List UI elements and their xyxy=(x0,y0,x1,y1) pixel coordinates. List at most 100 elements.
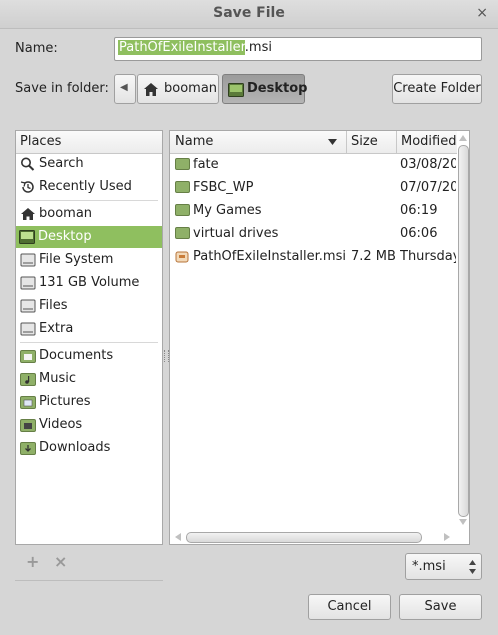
desktop-icon xyxy=(19,230,35,244)
create-folder-button[interactable]: Create Folder xyxy=(392,74,482,104)
close-icon[interactable]: × xyxy=(476,5,488,21)
scroll-left-icon[interactable] xyxy=(175,533,181,541)
add-bookmark-icon[interactable]: + xyxy=(26,552,39,571)
sidebar-separator xyxy=(20,342,158,343)
crumb-booman-label: booman xyxy=(164,81,218,96)
filename-input[interactable]: PathOfExileInstaller.msi xyxy=(114,37,482,61)
drive-icon xyxy=(20,299,36,313)
file-row[interactable]: virtual drives 06:06 xyxy=(171,223,455,245)
downloads-folder-icon xyxy=(20,442,36,455)
file-type-filter-select[interactable]: *.msi xyxy=(405,553,482,580)
places-header-label: Places xyxy=(20,134,62,149)
sidebar-item-label: File System xyxy=(39,252,114,267)
sidebar-item-label: Search xyxy=(39,156,84,171)
sidebar-separator xyxy=(20,200,158,201)
remove-bookmark-icon[interactable]: × xyxy=(54,552,67,571)
sidebar-item-131gb-volume[interactable]: 131 GB Volume xyxy=(17,272,161,294)
sidebar-item-videos[interactable]: Videos xyxy=(17,414,161,436)
music-folder-icon xyxy=(20,373,36,386)
places-header: Places xyxy=(16,131,162,154)
cancel-button[interactable]: Cancel xyxy=(308,594,391,620)
crumb-desktop-label: Desktop xyxy=(247,81,308,96)
sidebar-item-pictures[interactable]: Pictures xyxy=(17,391,161,413)
sidebar-item-label: Downloads xyxy=(39,440,111,455)
folder-icon xyxy=(175,227,190,239)
file-name: fate xyxy=(193,157,219,172)
file-list: Name Size Modified fate 03/08/20 FSBC_WP… xyxy=(169,130,470,545)
home-icon xyxy=(144,83,158,96)
sidebar-item-search[interactable]: Search xyxy=(17,153,161,175)
vertical-scrollbar[interactable] xyxy=(457,133,469,529)
name-label: Name: xyxy=(15,41,58,56)
save-label: Save xyxy=(424,599,457,614)
path-back-button[interactable]: ◀ xyxy=(114,74,136,104)
documents-folder-icon xyxy=(20,350,36,363)
column-header-size[interactable]: Size xyxy=(347,131,397,153)
combo-arrows-icon xyxy=(469,560,476,574)
file-modified: Thursday xyxy=(400,249,456,264)
cancel-label: Cancel xyxy=(327,599,372,614)
drive-icon xyxy=(20,253,36,267)
sidebar-item-label: Pictures xyxy=(39,394,91,409)
sidebar-item-label: Desktop xyxy=(38,229,92,244)
sidebar-item-downloads[interactable]: Downloads xyxy=(17,437,161,459)
file-row[interactable]: fate 03/08/20 xyxy=(171,154,456,176)
sidebar-item-label: Documents xyxy=(39,348,114,363)
column-name-label: Name xyxy=(175,134,214,149)
sidebar-item-label: 131 GB Volume xyxy=(39,275,140,290)
sidebar-item-label: booman xyxy=(39,206,93,221)
scroll-up-icon[interactable] xyxy=(459,135,467,141)
folder-icon xyxy=(175,204,190,216)
column-header-modified[interactable]: Modified xyxy=(397,131,457,153)
filename-extension-text: .msi xyxy=(244,40,272,55)
sidebar-item-label: Videos xyxy=(39,417,83,432)
file-name: PathOfExileInstaller.msi xyxy=(193,249,346,264)
file-modified: 06:19 xyxy=(400,203,438,218)
file-type-filter-value: *.msi xyxy=(412,559,446,574)
sidebar-item-label: Extra xyxy=(39,321,74,336)
dialog-title: Save File xyxy=(213,5,285,21)
crumb-booman-button[interactable]: booman xyxy=(137,74,219,104)
vertical-scroll-thumb[interactable] xyxy=(458,145,469,517)
filename-selected-text: PathOfExileInstaller xyxy=(118,40,245,55)
home-icon xyxy=(21,208,35,220)
column-header-name[interactable]: Name xyxy=(170,131,347,153)
file-modified: 06:06 xyxy=(400,226,438,241)
drive-icon xyxy=(20,276,36,290)
folder-icon xyxy=(175,158,190,170)
sidebar-item-file-system[interactable]: File System xyxy=(17,249,161,271)
file-list-header: Name Size Modified xyxy=(170,131,457,154)
file-name: My Games xyxy=(193,203,262,218)
videos-folder-icon xyxy=(20,419,36,432)
sidebar-item-documents[interactable]: Documents xyxy=(17,345,161,367)
search-icon xyxy=(21,157,35,171)
file-size: 7.2 MB xyxy=(351,249,396,264)
package-icon xyxy=(175,251,189,263)
create-folder-label: Create Folder xyxy=(393,81,481,96)
scroll-right-icon[interactable] xyxy=(444,533,450,541)
sidebar-item-booman[interactable]: booman xyxy=(17,203,161,225)
column-modified-label: Modified xyxy=(401,134,457,149)
places-sidebar: Places Search Recently Used booman Deskt… xyxy=(15,130,163,545)
sidebar-item-desktop[interactable]: Desktop xyxy=(16,226,162,248)
sidebar-item-files[interactable]: Files xyxy=(17,295,161,317)
file-row[interactable]: PathOfExileInstaller.msi 7.2 MB Thursday xyxy=(171,246,456,268)
sidebar-item-recently-used[interactable]: Recently Used xyxy=(17,176,161,198)
horizontal-scrollbar[interactable] xyxy=(172,531,456,543)
history-icon xyxy=(20,181,34,193)
column-size-label: Size xyxy=(351,134,378,149)
sidebar-item-label: Music xyxy=(39,371,76,386)
pictures-folder-icon xyxy=(20,396,36,409)
crumb-desktop-button[interactable]: Desktop xyxy=(222,74,308,104)
desktop-icon xyxy=(228,83,244,97)
sidebar-item-extra[interactable]: Extra xyxy=(17,318,161,340)
scroll-down-icon[interactable] xyxy=(459,519,467,525)
sidebar-item-label: Files xyxy=(39,298,68,313)
save-button[interactable]: Save xyxy=(399,594,482,620)
left-arrow-icon: ◀ xyxy=(120,82,128,93)
file-name: virtual drives xyxy=(193,226,279,241)
sidebar-item-music[interactable]: Music xyxy=(17,368,161,390)
file-row[interactable]: My Games 06:19 xyxy=(171,200,455,222)
file-row[interactable]: FSBC_WP 07/07/20 xyxy=(171,177,456,199)
horizontal-scroll-thumb[interactable] xyxy=(186,532,422,543)
